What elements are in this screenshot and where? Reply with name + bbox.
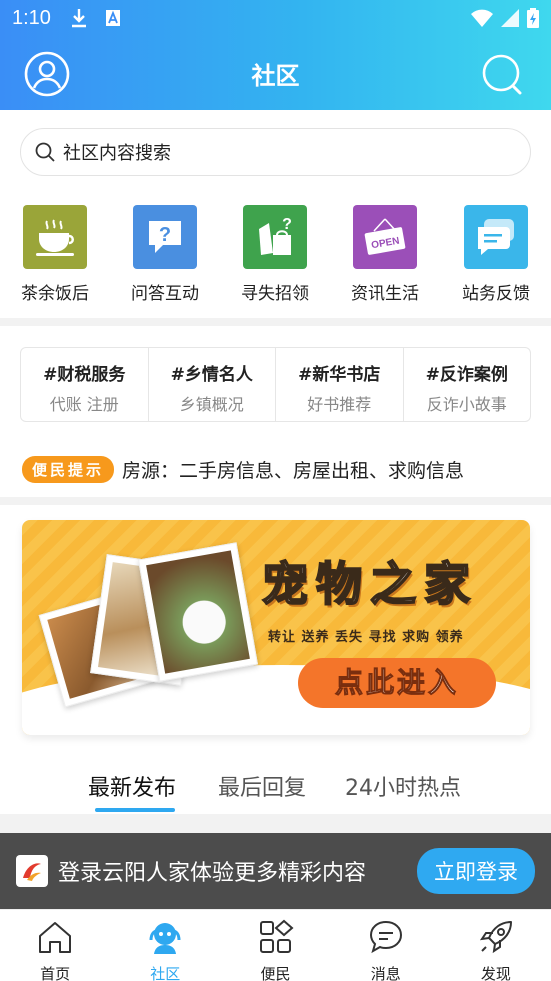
lost-found-icon: ?: [243, 205, 307, 269]
app-logo-icon: [16, 855, 48, 887]
topic-tag[interactable]: #财税服务 代账 注册: [21, 348, 149, 421]
login-button[interactable]: 立即登录: [417, 848, 535, 894]
category-grid: 茶余饭后 ? 问答互动 ? 寻失招领 OPEN 资讯生活 站务反馈: [0, 205, 551, 305]
tabbar-label: 首页: [40, 965, 71, 981]
signal-icon: [501, 9, 519, 27]
status-bar: 1:10: [0, 0, 551, 36]
banner-subtitle: 转让 送养 丢失 寻找 求购 领养: [268, 630, 464, 645]
tabbar-label: 便民: [260, 965, 291, 981]
topic-subtitle: 好书推荐: [307, 395, 372, 414]
tabbar-home[interactable]: 首页: [0, 910, 110, 981]
community-search-input[interactable]: 社区内容搜索: [20, 128, 531, 176]
rocket-icon: [479, 921, 512, 954]
notice-badge: 便民提示: [22, 456, 115, 483]
category-label: 寻失招领: [241, 284, 309, 304]
section-divider: [0, 814, 551, 833]
tabbar-label: 社区: [150, 965, 181, 981]
category-label: 茶余饭后: [21, 284, 89, 304]
status-time: 1:10: [12, 6, 51, 29]
tab-last-reply[interactable]: 最后回复: [218, 770, 306, 802]
category-label: 资讯生活: [351, 284, 419, 304]
pet-home-banner[interactable]: 宠物之家 转让 送养 丢失 寻找 求购 领养 点此进入: [22, 520, 530, 735]
wifi-icon: [471, 9, 493, 27]
notice-bar[interactable]: 便民提示 房源：二手房信息、房屋出租、求购信息: [22, 456, 464, 483]
feed-tabs: 最新发布 最后回复 24小时热点: [0, 760, 551, 814]
login-prompt-bar: 登录云阳人家体验更多精彩内容 立即登录: [0, 833, 551, 909]
category-zhanwu[interactable]: 站务反馈: [446, 205, 546, 304]
topic-subtitle: 乡镇概况: [179, 395, 244, 414]
svg-text:?: ?: [282, 216, 292, 233]
tab-latest[interactable]: 最新发布: [88, 770, 176, 802]
section-divider: [0, 318, 551, 326]
notification-a-icon: [105, 10, 120, 26]
download-icon: [71, 9, 86, 28]
chat-bubbles-icon: [464, 205, 528, 269]
header-search-button[interactable]: [481, 53, 523, 95]
battery-charging-icon: [527, 8, 539, 28]
home-icon: [39, 922, 72, 953]
category-chayu[interactable]: 茶余饭后: [5, 205, 105, 304]
question-bubble-icon: ?: [133, 205, 197, 269]
banner-enter-button[interactable]: 点此进入: [298, 658, 496, 708]
community-icon: [149, 923, 181, 954]
topic-title: #新华书店: [298, 365, 381, 385]
tab-24h-hot[interactable]: 24小时热点: [345, 770, 461, 802]
search-placeholder: 社区内容搜索: [63, 143, 171, 164]
grid-icon: [259, 919, 294, 953]
page-title: 社区: [251, 62, 300, 90]
section-divider: [0, 497, 551, 505]
login-prompt-message: 登录云阳人家体验更多精彩内容: [58, 861, 367, 886]
search-icon: [35, 142, 55, 162]
tabbar-label: 消息: [370, 965, 401, 981]
category-label: 问答互动: [131, 284, 199, 304]
topic-tags: #财税服务 代账 注册 #乡情名人 乡镇概况 #新华书店 好书推荐 #反诈案例 …: [20, 347, 531, 422]
notice-text: 房源：二手房信息、房屋出租、求购信息: [122, 460, 465, 482]
message-icon: [369, 920, 402, 954]
topic-title: #财税服务: [43, 365, 126, 385]
topic-tag[interactable]: #反诈案例 反诈小故事: [404, 348, 531, 421]
top-app-bar: 1:10 社区: [0, 0, 551, 110]
banner-title: 宠物之家: [261, 556, 478, 612]
tabbar-label: 发现: [480, 965, 511, 981]
topic-tag[interactable]: #新华书店 好书推荐: [276, 348, 404, 421]
bottom-tab-bar: 首页 社区 便民 消息 发现: [0, 909, 551, 981]
category-wenda[interactable]: ? 问答互动: [115, 205, 215, 304]
tabbar-community[interactable]: 社区: [110, 910, 220, 981]
active-tab-indicator: [95, 808, 175, 812]
topic-tag[interactable]: #乡情名人 乡镇概况: [149, 348, 276, 421]
search-icon: [482, 54, 522, 95]
open-sign-icon: OPEN: [353, 205, 417, 269]
topic-title: #反诈案例: [425, 365, 508, 385]
topic-subtitle: 反诈小故事: [426, 395, 507, 414]
tabbar-services[interactable]: 便民: [220, 910, 330, 981]
tabbar-messages[interactable]: 消息: [331, 910, 441, 981]
svg-text:?: ?: [159, 224, 171, 246]
pet-photo: [137, 542, 259, 682]
tabbar-discover[interactable]: 发现: [441, 910, 551, 981]
category-label: 站务反馈: [462, 284, 530, 304]
category-xunshi[interactable]: ? 寻失招领: [225, 205, 325, 304]
topic-title: #乡情名人: [170, 365, 253, 385]
topic-subtitle: 代账 注册: [49, 395, 119, 414]
category-zixun[interactable]: OPEN 资讯生活: [335, 205, 435, 304]
teacup-icon: [23, 205, 87, 269]
